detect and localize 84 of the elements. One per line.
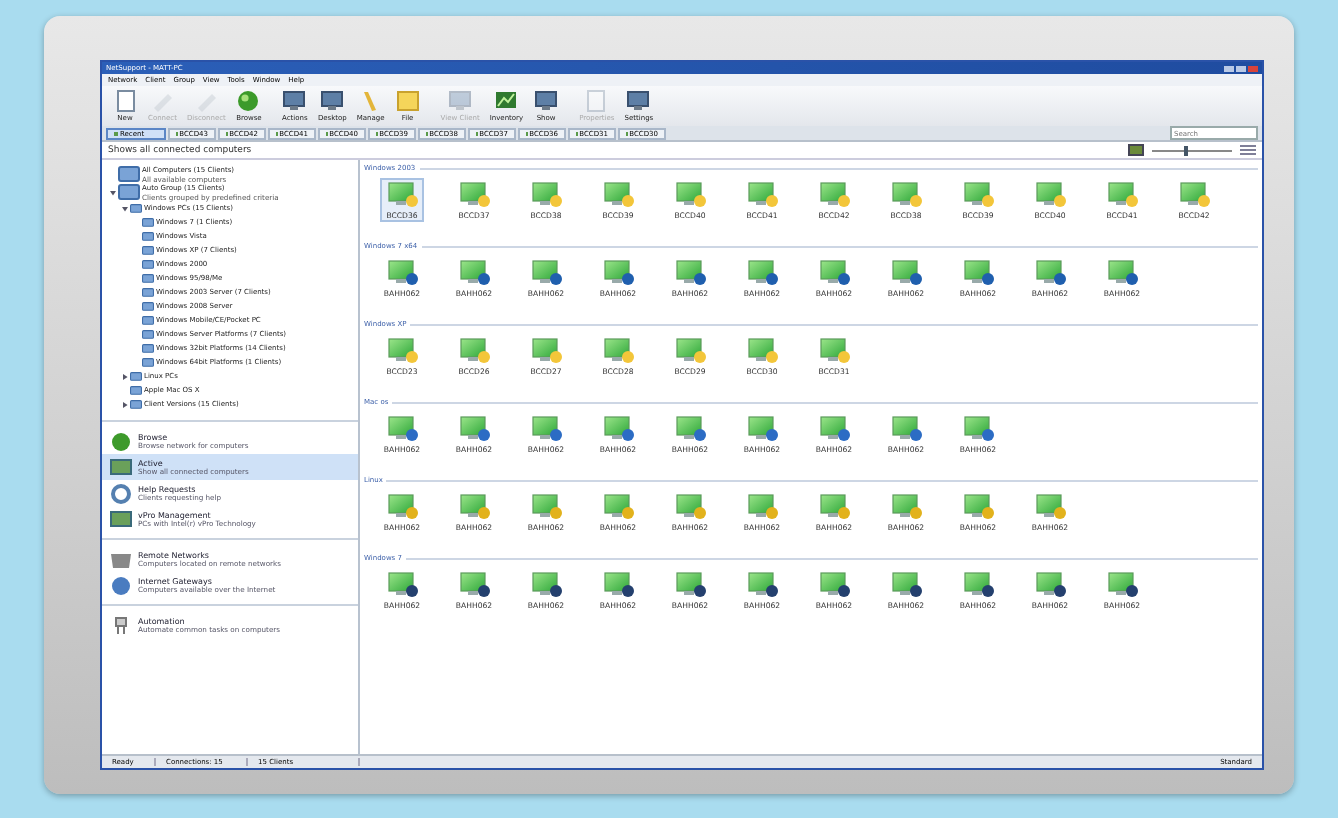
monitor-icon	[459, 571, 489, 597]
monitor-icon	[603, 181, 633, 207]
collapse-arrow-icon[interactable]	[122, 206, 128, 212]
monitor-icon	[963, 259, 993, 285]
monitor-icon	[459, 337, 489, 363]
monitor-icon	[531, 181, 561, 207]
monitor-icon	[963, 181, 993, 207]
monitor-icon	[819, 337, 849, 363]
monitor-icon	[747, 415, 777, 441]
monitor-icon	[891, 259, 921, 285]
monitor-icon	[675, 415, 705, 441]
monitor-icon	[603, 415, 633, 441]
monitor-icon	[459, 493, 489, 519]
monitor-icon[interactable]	[1128, 144, 1144, 156]
page-icon	[113, 90, 137, 112]
monitor-icon	[819, 415, 849, 441]
monitor-icon	[626, 90, 651, 112]
monitor-icon	[891, 415, 921, 441]
monitor-icon	[963, 571, 993, 597]
monitor-icon	[531, 337, 561, 363]
monitor-icon	[320, 90, 345, 112]
monitor-icon	[819, 259, 849, 285]
page-icon	[584, 90, 609, 112]
computer-group-icon	[118, 166, 140, 184]
ball-icon	[236, 90, 261, 112]
monitor-icon	[1035, 493, 1065, 519]
monitor-icon	[747, 337, 777, 363]
monitor-icon	[891, 181, 921, 207]
monitor-icon	[459, 259, 489, 285]
monitor-icon	[387, 337, 417, 363]
monitor-icon	[1035, 259, 1065, 285]
monitor-icon	[1107, 181, 1137, 207]
monitor-icon	[603, 337, 633, 363]
chart-icon	[494, 90, 519, 112]
ball-icon	[110, 431, 132, 451]
monitor-icon	[282, 90, 307, 112]
monitor-icon	[819, 571, 849, 597]
monitor-icon	[963, 415, 993, 441]
monitor-icon	[448, 90, 473, 112]
monitor-icon	[534, 90, 559, 112]
monitor-icon	[110, 509, 132, 529]
expand-arrow-icon[interactable]	[122, 402, 128, 408]
monitor-icon	[387, 259, 417, 285]
monitor-icon	[1179, 181, 1209, 207]
monitor-icon	[891, 493, 921, 519]
collapse-arrow-icon[interactable]	[110, 190, 116, 196]
monitor-icon	[747, 571, 777, 597]
monitor-icon	[675, 571, 705, 597]
monitor-icon	[747, 493, 777, 519]
monitor-icon	[891, 571, 921, 597]
monitor-icon	[531, 415, 561, 441]
expand-arrow-icon[interactable]	[122, 374, 128, 380]
lifebuoy-icon	[110, 483, 132, 503]
monitor-icon	[1107, 259, 1137, 285]
monitor-icon	[675, 337, 705, 363]
monitor-icon	[387, 415, 417, 441]
monitor-icon	[747, 181, 777, 207]
globe-icon	[110, 575, 132, 595]
monitor-icon	[963, 493, 993, 519]
monitor-icon	[747, 259, 777, 285]
monitor-icon	[110, 457, 132, 477]
monitor-icon	[531, 259, 561, 285]
monitor-icon	[819, 181, 849, 207]
monitor-icon	[531, 493, 561, 519]
minimize-icon[interactable]	[1224, 65, 1234, 71]
monitor-icon	[1035, 571, 1065, 597]
monitor-icon	[459, 415, 489, 441]
monitor-icon	[387, 181, 417, 207]
monitor-icon	[387, 571, 417, 597]
monitor-icon	[675, 259, 705, 285]
monitor-icon	[675, 181, 705, 207]
monitor-icon	[603, 493, 633, 519]
monitor-icon	[1035, 181, 1065, 207]
monitor-icon	[603, 571, 633, 597]
monitor-icon	[531, 571, 561, 597]
monitor-icon	[819, 493, 849, 519]
monitor-icon	[387, 493, 417, 519]
monitor-icon	[459, 181, 489, 207]
monitor-icon	[603, 259, 633, 285]
list-view-icon[interactable]	[1240, 144, 1256, 156]
maximize-icon[interactable]	[1236, 65, 1246, 71]
monitor-icon	[675, 493, 705, 519]
folder-icon	[395, 90, 420, 112]
monitor-icon	[1107, 571, 1137, 597]
